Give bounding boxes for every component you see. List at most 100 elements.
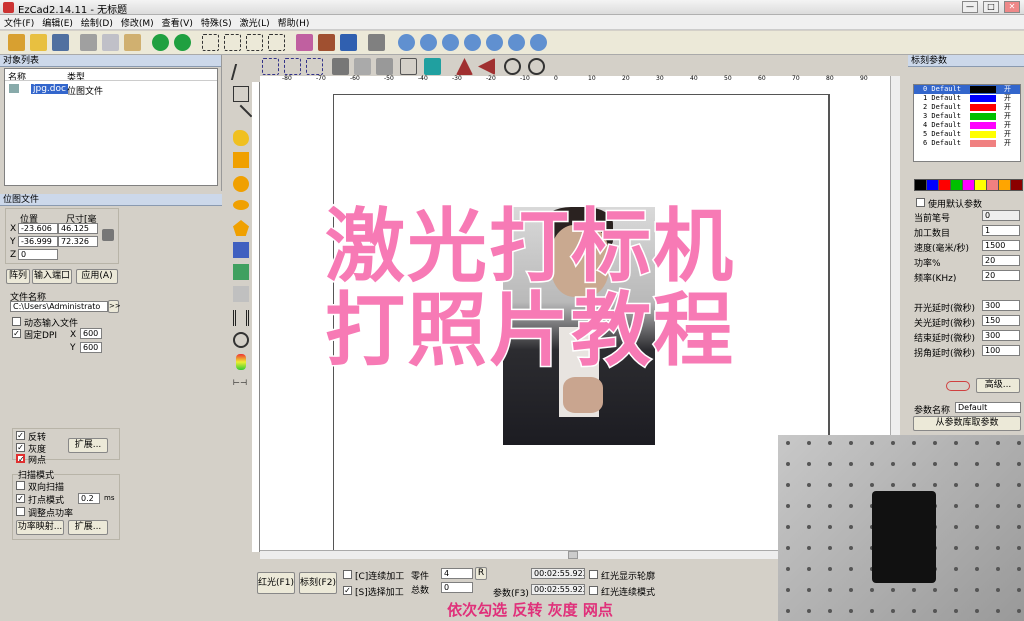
unlock-object-icon[interactable] bbox=[354, 58, 371, 75]
param-name-input[interactable]: Default bbox=[955, 402, 1021, 413]
pen-on-toggle[interactable]: 开 bbox=[1004, 139, 1011, 148]
menu-file[interactable]: 文件(F) bbox=[0, 15, 38, 30]
menu-laser[interactable]: 激光(L) bbox=[236, 15, 274, 30]
red-light-button[interactable]: 红光(F1) bbox=[257, 572, 295, 594]
polygon-icon[interactable] bbox=[233, 220, 249, 236]
pen-row[interactable]: 2 Default 开 bbox=[914, 103, 1020, 112]
total-input[interactable]: 0 bbox=[441, 582, 473, 593]
pen-row[interactable]: 4 Default 开 bbox=[914, 121, 1020, 130]
hatch-icon[interactable] bbox=[296, 34, 313, 51]
freq-input[interactable]: 20 bbox=[982, 270, 1020, 281]
pen-on-toggle[interactable]: 开 bbox=[1004, 121, 1011, 130]
barcode-icon[interactable] bbox=[233, 310, 249, 326]
x-size-input[interactable]: 46.125 bbox=[58, 223, 98, 234]
file-path-input[interactable]: C:\Users\Administrato bbox=[10, 301, 108, 312]
pen-row[interactable]: 3 Default 开 bbox=[914, 112, 1020, 121]
y-size-input[interactable]: 72.326 bbox=[58, 236, 98, 247]
pointer-icon[interactable] bbox=[230, 64, 252, 80]
palette-swatch[interactable] bbox=[1010, 179, 1023, 191]
expand-button-2[interactable]: 扩展... bbox=[68, 520, 108, 535]
new-icon[interactable] bbox=[8, 34, 25, 51]
scroll-thumb[interactable] bbox=[568, 551, 578, 559]
dynamic-input-checkbox[interactable] bbox=[12, 317, 21, 326]
rotate-icon[interactable] bbox=[400, 58, 417, 75]
timer-icon[interactable] bbox=[233, 332, 249, 348]
power-input[interactable]: 20 bbox=[982, 255, 1020, 266]
menu-edit[interactable]: 编辑(E) bbox=[38, 15, 77, 30]
save-icon[interactable] bbox=[52, 34, 69, 51]
off-delay-input[interactable]: 150 bbox=[982, 315, 1020, 326]
pen-row[interactable]: 6 Default 开 bbox=[914, 139, 1020, 148]
selected-checkbox[interactable]: ✓ bbox=[343, 586, 352, 595]
parts-input[interactable]: 4 bbox=[441, 568, 473, 579]
pen-on-toggle[interactable]: 开 bbox=[1004, 112, 1011, 121]
eye-all-icon[interactable] bbox=[528, 58, 545, 75]
align-center-icon[interactable] bbox=[284, 58, 301, 75]
zoom-all-icon[interactable] bbox=[530, 34, 547, 51]
invert-checkbox[interactable]: ✓ bbox=[16, 431, 25, 440]
undo-icon[interactable] bbox=[152, 34, 169, 51]
dot-time-input[interactable]: 0.2 bbox=[78, 493, 100, 504]
on-delay-input[interactable]: 300 bbox=[982, 300, 1020, 311]
align-left-icon[interactable] bbox=[262, 58, 279, 75]
zoom-icon[interactable] bbox=[398, 34, 415, 51]
ellipse-icon[interactable] bbox=[233, 200, 249, 210]
dpi-x-input[interactable]: 600 bbox=[80, 328, 102, 339]
menu-help[interactable]: 帮助(H) bbox=[274, 15, 314, 30]
end-delay-input[interactable]: 300 bbox=[982, 330, 1020, 341]
param-lib-button[interactable]: 从参数库取参数 bbox=[913, 416, 1021, 431]
curve-icon[interactable] bbox=[233, 130, 249, 146]
circle-icon[interactable] bbox=[233, 176, 249, 192]
adjust-power-checkbox[interactable] bbox=[16, 507, 25, 516]
mirror-h-icon[interactable] bbox=[456, 58, 473, 75]
select-all-icon[interactable] bbox=[202, 34, 219, 51]
lock-object-icon[interactable] bbox=[332, 58, 349, 75]
apply-button[interactable]: 应用(A) bbox=[76, 269, 118, 284]
x-pos-input[interactable]: -23.606 bbox=[18, 223, 58, 234]
count-input[interactable]: 1 bbox=[982, 225, 1020, 236]
red-continuous-checkbox[interactable] bbox=[589, 586, 598, 595]
line-icon[interactable] bbox=[229, 104, 253, 128]
maximize-button[interactable]: □ bbox=[983, 1, 999, 13]
zoom-in-icon[interactable] bbox=[420, 34, 437, 51]
mark-button[interactable]: 标刻(F2) bbox=[299, 572, 337, 594]
split-icon[interactable] bbox=[424, 58, 441, 75]
group-icon[interactable] bbox=[268, 34, 285, 51]
pen-on-toggle[interactable]: 开 bbox=[1004, 85, 1011, 94]
grid-icon[interactable] bbox=[340, 34, 357, 51]
power-map-button[interactable]: 功率映射... bbox=[16, 520, 64, 535]
menu-special[interactable]: 特殊(S) bbox=[197, 15, 236, 30]
pen-row[interactable]: 0 Default 开 bbox=[914, 85, 1020, 94]
red-contour-checkbox[interactable] bbox=[589, 570, 598, 579]
bitmap-tool-icon[interactable] bbox=[233, 264, 249, 280]
eye-icon[interactable] bbox=[504, 58, 521, 75]
gray-checkbox[interactable]: ✓ bbox=[16, 443, 25, 452]
minimize-button[interactable]: — bbox=[962, 1, 978, 13]
object-list[interactable]: 名称 类型 jpg.doc 位图文件 bbox=[4, 68, 218, 186]
mirror-v-icon[interactable] bbox=[478, 58, 495, 75]
zoom-fit-icon[interactable] bbox=[464, 34, 481, 51]
advanced-button[interactable]: 高级... bbox=[976, 378, 1020, 393]
vector-file-icon[interactable] bbox=[233, 286, 249, 302]
redo-icon[interactable] bbox=[174, 34, 191, 51]
open-icon[interactable] bbox=[30, 34, 47, 51]
wobble-icon[interactable] bbox=[946, 381, 970, 391]
plugin-icon[interactable] bbox=[368, 34, 385, 51]
lock-all-icon[interactable] bbox=[376, 58, 393, 75]
pen-on-toggle[interactable]: 开 bbox=[1004, 130, 1011, 139]
y-pos-input[interactable]: -36.999 bbox=[18, 236, 58, 247]
close-button[interactable]: ✕ bbox=[1004, 1, 1020, 13]
pen-row[interactable]: 5 Default 开 bbox=[914, 130, 1020, 139]
zoom-page-icon[interactable] bbox=[486, 34, 503, 51]
input-port-button[interactable]: 输入端口 bbox=[32, 269, 72, 284]
align-right-icon[interactable] bbox=[306, 58, 323, 75]
pen-on-toggle[interactable]: 开 bbox=[1004, 94, 1011, 103]
array-button[interactable]: 阵列 bbox=[6, 269, 30, 284]
text-icon[interactable] bbox=[233, 242, 249, 258]
fixed-dpi-checkbox[interactable]: ✓ bbox=[12, 329, 21, 338]
bidir-checkbox[interactable] bbox=[16, 481, 25, 490]
rectangle-icon[interactable] bbox=[233, 152, 249, 168]
lock-icon[interactable] bbox=[102, 229, 114, 241]
expand-button-1[interactable]: 扩展... bbox=[68, 438, 108, 453]
z-pos-input[interactable]: 0 bbox=[18, 249, 58, 260]
